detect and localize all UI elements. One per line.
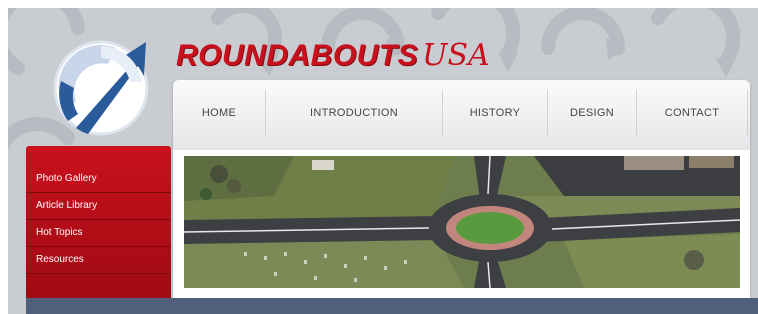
brand-accent-text: USA xyxy=(422,38,490,73)
sidebar-item-hot-topics[interactable]: Hot Topics xyxy=(26,220,171,246)
aerial-roundabout-photo xyxy=(184,156,740,288)
sidebar-item-label: Resources xyxy=(36,254,84,265)
main-navigation: HOME INTRODUCTION HISTORY DESIGN CONTACT xyxy=(173,80,750,150)
nav-divider xyxy=(747,90,748,136)
nav-history-label: HISTORY xyxy=(469,107,521,119)
sidebar-item-photo-gallery[interactable]: Photo Gallery xyxy=(26,166,171,192)
circular-arrow-logo-icon[interactable] xyxy=(46,36,156,141)
nav-contact[interactable]: CONTACT xyxy=(637,90,747,136)
nav-home[interactable]: HOME xyxy=(173,90,265,136)
sidebar-item-label: Photo Gallery xyxy=(36,173,97,184)
nav-design-label: DESIGN xyxy=(570,107,614,119)
nav-introduction-label: INTRODUCTION xyxy=(310,107,398,119)
nav-introduction[interactable]: INTRODUCTION xyxy=(266,90,442,136)
nav-history[interactable]: HISTORY xyxy=(443,90,547,136)
footer-strip xyxy=(26,298,758,314)
page-frame: ROUNDABOUTS USA HOME INTRODUCTION HISTORY… xyxy=(8,8,758,314)
nav-contact-label: CONTACT xyxy=(664,107,720,119)
sidebar-divider xyxy=(26,273,171,274)
brand-main-text: ROUNDABOUTS xyxy=(176,39,419,72)
sidebar-item-label: Article Library xyxy=(36,200,98,211)
content-panel xyxy=(173,150,750,300)
site-brand[interactable]: ROUNDABOUTS USA xyxy=(176,38,490,73)
sidebar-item-article-library[interactable]: Article Library xyxy=(26,193,171,219)
sidebar-menu: Photo Gallery Article Library Hot Topics… xyxy=(26,146,171,298)
sidebar-item-resources[interactable]: Resources xyxy=(26,247,171,273)
nav-design[interactable]: DESIGN xyxy=(548,90,636,136)
sidebar-item-label: Hot Topics xyxy=(36,227,83,238)
nav-home-label: HOME xyxy=(201,107,237,119)
